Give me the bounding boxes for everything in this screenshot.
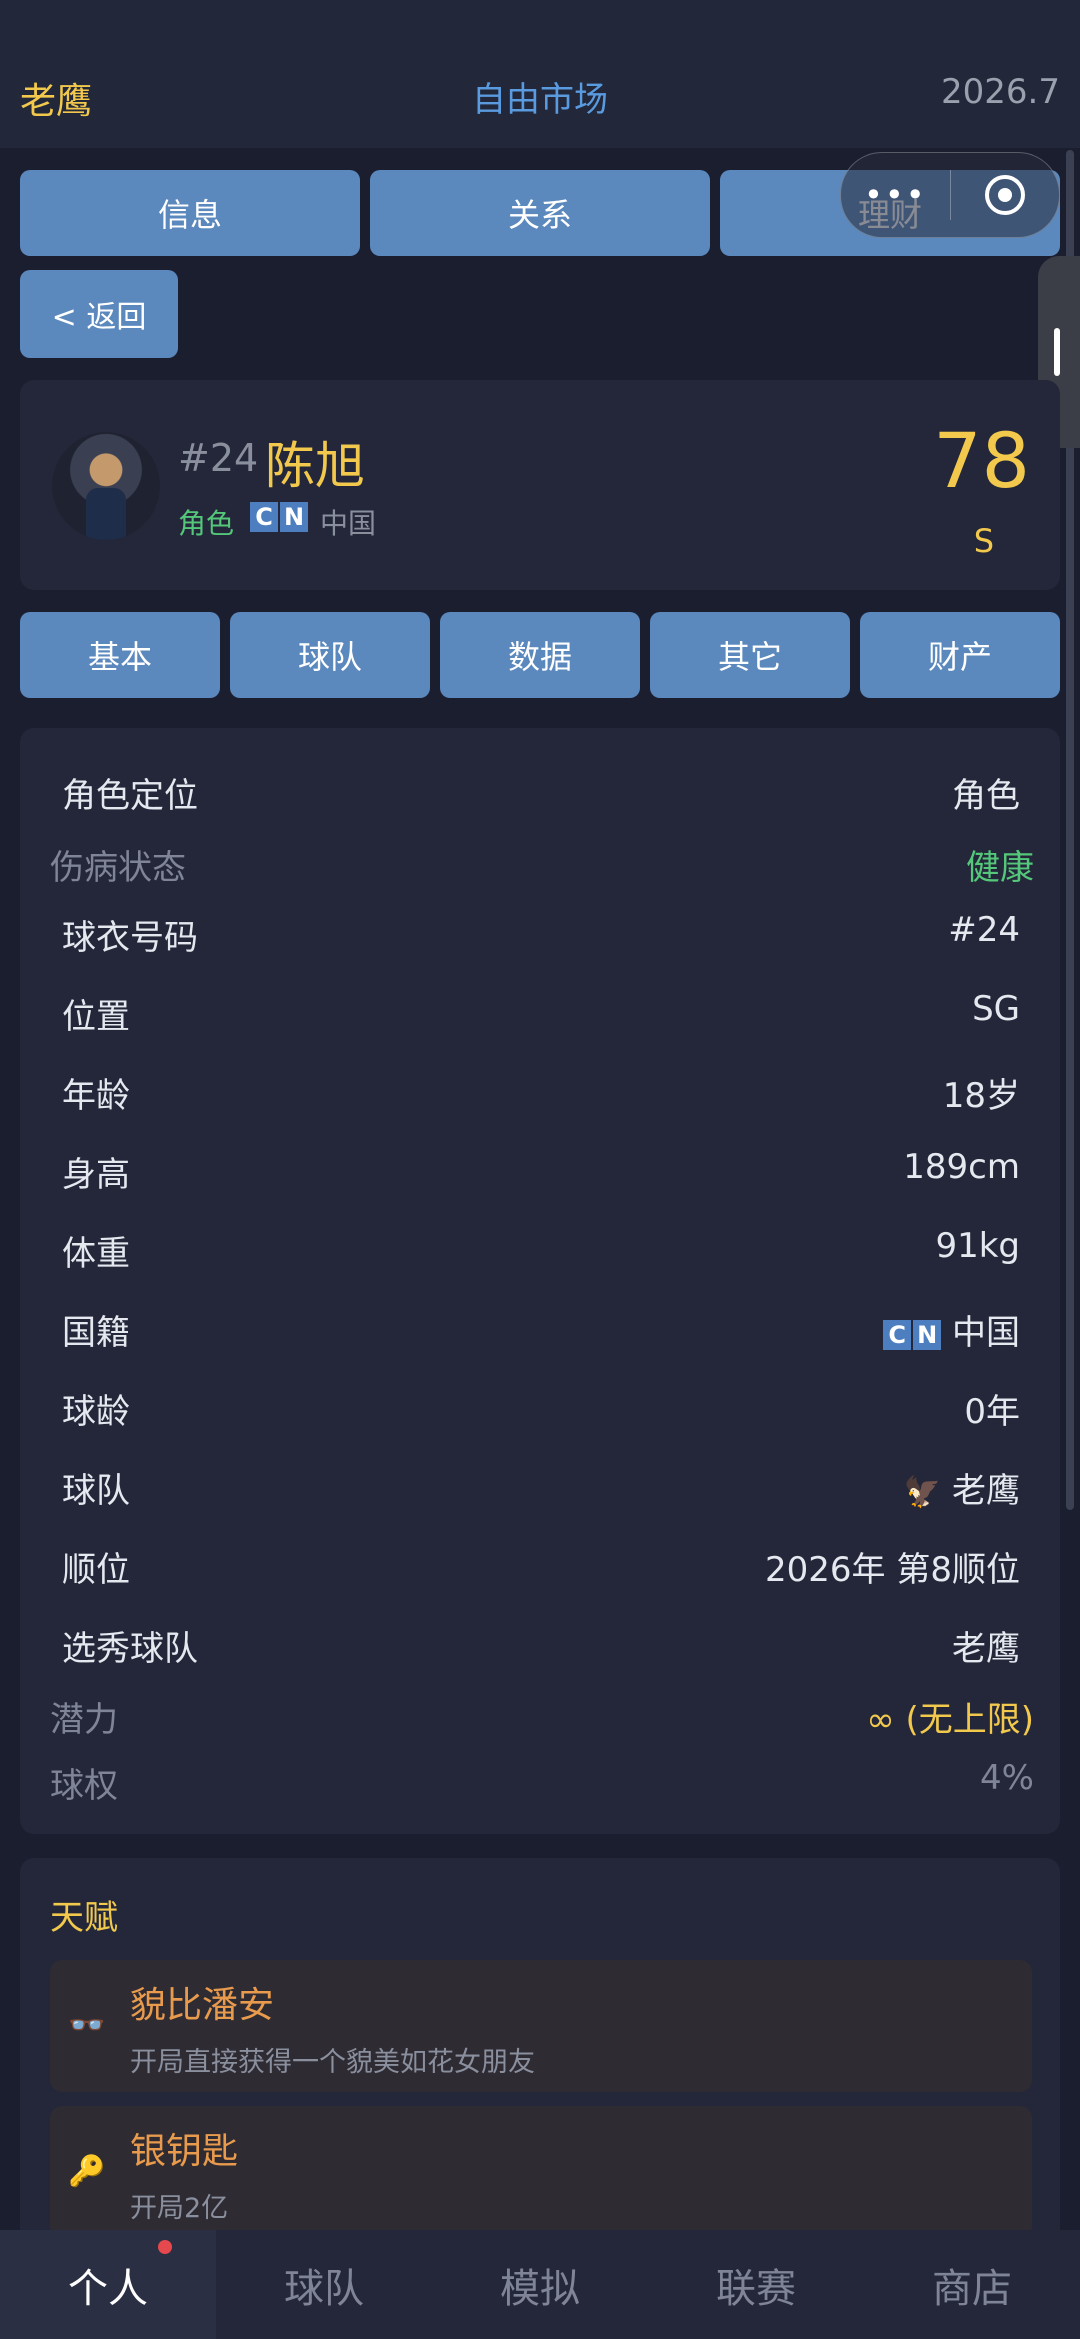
info-label: 选秀球队 (62, 1629, 198, 1669)
info-label: 球队 (62, 1471, 130, 1511)
info-value: 18岁 (942, 1076, 1020, 1116)
player-rating: 78 (933, 416, 1030, 505)
info-value: 4% (980, 1758, 1034, 1798)
tab-other[interactable]: 其它 (650, 612, 850, 698)
info-label: 体重 (62, 1234, 130, 1274)
talent-title: 天赋 (50, 1898, 118, 1938)
player-number: #24 (178, 436, 259, 480)
info-value-wrap: CN 中国 (883, 1305, 1020, 1354)
player-name: 陈旭 (265, 437, 365, 495)
info-value: 健康 (966, 848, 1034, 888)
tab-team[interactable]: 球队 (230, 612, 430, 698)
market-title[interactable]: 自由市场 (0, 72, 1080, 121)
player-card: #24 陈旭 角色 CN 中国 78 S (20, 380, 1060, 590)
talent-name: 貌比潘安 (130, 1985, 275, 2026)
key-icon: 🔑 (68, 2154, 106, 2189)
talent-name: 银钥匙 (130, 2131, 239, 2172)
info-label: 角色定位 (62, 776, 198, 816)
info-value: ∞ (无上限) (866, 1700, 1034, 1740)
talent-desc: 开局2亿 (130, 2193, 229, 2224)
nav-league[interactable]: 联赛 (648, 2230, 864, 2339)
info-label: 顺位 (62, 1550, 130, 1590)
info-value: 老鹰 (952, 1471, 1020, 1511)
tab-info[interactable]: 信息 (20, 170, 360, 256)
tab-assets[interactable]: 财产 (860, 612, 1060, 698)
nav-simulate[interactable]: 模拟 (432, 2230, 648, 2339)
info-value: 91kg (935, 1226, 1020, 1266)
nav-team[interactable]: 球队 (216, 2230, 432, 2339)
info-label: 潜力 (50, 1700, 118, 1740)
flag-letter-n: N (913, 1319, 942, 1350)
info-label: 伤病状态 (50, 848, 186, 888)
info-value: #24 (948, 910, 1020, 950)
talent-item[interactable]: 🔑 银钥匙 开局2亿 (50, 2106, 1032, 2238)
info-label: 身高 (62, 1155, 130, 1195)
header-bar: 老鹰 自由市场 2026.7 (0, 0, 1080, 148)
flag-letter-c: C (883, 1319, 912, 1350)
sub-tabs: 基本 球队 数据 其它 财产 (20, 612, 1060, 698)
more-dots-icon: ••• (863, 176, 927, 214)
info-value-wrap: 🦅 老鹰 (904, 1463, 1020, 1512)
bottom-nav: 个人 球队 模拟 联赛 商店 (0, 2230, 1080, 2339)
info-label: 国籍 (62, 1313, 130, 1353)
info-label: 球龄 (62, 1392, 130, 1432)
tab-relations[interactable]: 关系 (370, 170, 710, 256)
player-country: 中国 (320, 507, 377, 540)
info-value: 中国 (952, 1313, 1020, 1353)
nav-label: 球队 (284, 2265, 364, 2312)
nav-personal[interactable]: 个人 (0, 2230, 216, 2339)
avatar[interactable] (52, 432, 160, 540)
nav-label: 个人 (68, 2265, 148, 2312)
info-label: 年龄 (62, 1076, 130, 1116)
back-button[interactable]: < 返回 (20, 270, 178, 358)
eagle-icon: 🦅 (903, 1475, 942, 1510)
nav-label: 商店 (932, 2265, 1012, 2312)
cn-flag-icon: CN (883, 1319, 942, 1350)
info-card: 角色定位 角色 伤病状态 健康 球衣号码 #24 位置 SG 年龄 18岁 身高… (20, 728, 1060, 1834)
info-value: SG (972, 989, 1020, 1029)
tab-basic[interactable]: 基本 (20, 612, 220, 698)
nav-shop[interactable]: 商店 (864, 2230, 1080, 2339)
sunglasses-icon: 👓 (68, 2008, 106, 2043)
miniprogram-capsule: ••• (840, 152, 1060, 238)
nav-label: 模拟 (500, 2265, 580, 2312)
info-label: 位置 (62, 997, 130, 1037)
info-value: 2026年 第8顺位 (765, 1550, 1020, 1590)
game-date: 2026.7 (941, 72, 1060, 112)
notification-dot (158, 2240, 172, 2254)
info-value: 189cm (903, 1147, 1020, 1187)
tab-stats[interactable]: 数据 (440, 612, 640, 698)
talent-desc: 开局直接获得一个貌美如花女朋友 (130, 2047, 535, 2078)
more-button[interactable]: ••• (841, 153, 950, 237)
close-button[interactable] (951, 153, 1060, 237)
cn-flag-icon: CN (250, 502, 308, 532)
flag-letter-n: N (280, 502, 308, 532)
close-target-icon (984, 175, 1025, 215)
info-label: 球权 (50, 1766, 118, 1806)
flag-letter-c: C (250, 502, 278, 532)
talent-item[interactable]: 👓 貌比潘安 开局直接获得一个貌美如花女朋友 (50, 1960, 1032, 2092)
info-value: 角色 (952, 776, 1020, 816)
info-value: 0年 (964, 1392, 1020, 1432)
player-role: 角色 (178, 507, 235, 540)
nav-label: 联赛 (716, 2265, 796, 2312)
player-grade: S (973, 522, 994, 560)
info-value: 老鹰 (952, 1629, 1020, 1669)
info-label: 球衣号码 (62, 918, 198, 958)
talent-card: 天赋 👓 貌比潘安 开局直接获得一个貌美如花女朋友 🔑 银钥匙 开局2亿 (20, 1858, 1060, 2278)
